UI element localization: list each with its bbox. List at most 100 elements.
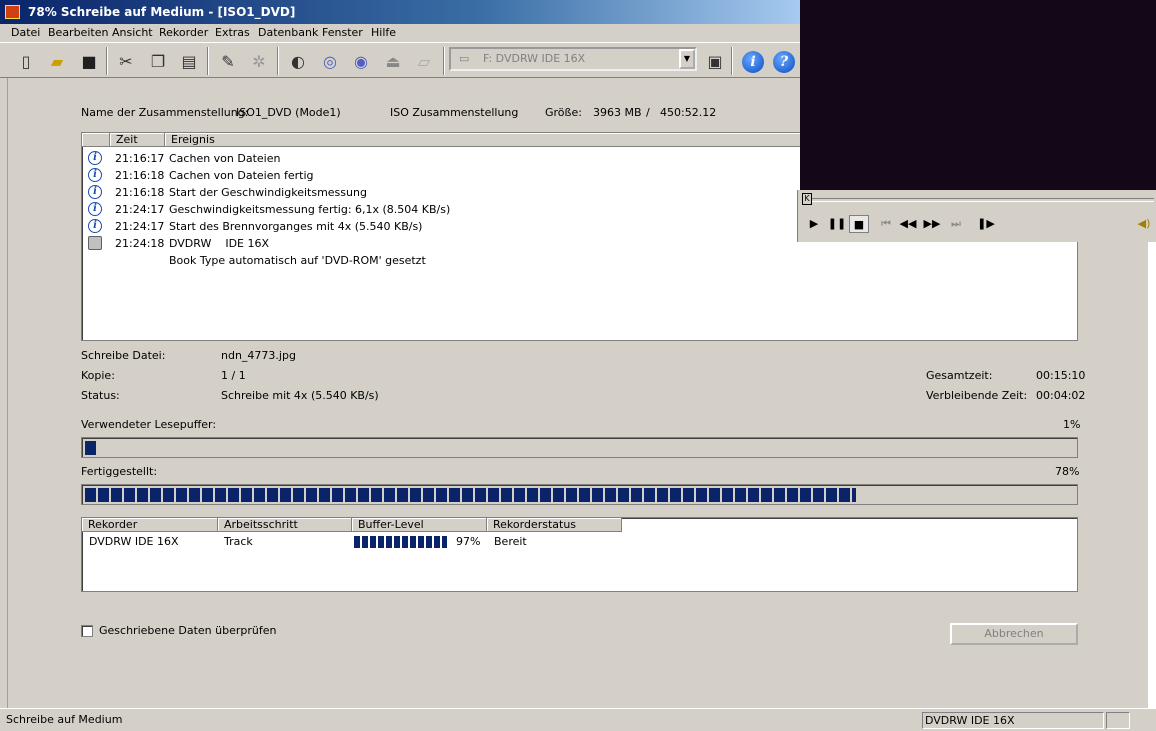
file-label: Schreibe Datei: bbox=[81, 349, 166, 362]
menu-datei[interactable]: Datei bbox=[11, 26, 40, 39]
copy-label: Kopie: bbox=[81, 369, 115, 382]
frame-step-icon[interactable]: ❚▶ bbox=[976, 215, 996, 233]
menu-datenbank[interactable]: Datenbank bbox=[258, 26, 318, 39]
status-bar: Schreibe auf Medium DVDRW IDE 16X bbox=[0, 708, 1156, 731]
info-icon: i bbox=[88, 202, 102, 216]
volume-icon[interactable]: ◀) bbox=[1134, 215, 1154, 233]
compilation-name-label: Name der Zusammenstellung: bbox=[81, 106, 249, 119]
log-event: Cachen von Dateien bbox=[169, 152, 281, 165]
done-percent: 78% bbox=[1055, 465, 1080, 478]
printer-drive-icon: ▭ bbox=[459, 52, 470, 65]
menu-extras[interactable]: Extras bbox=[215, 26, 250, 39]
save-icon[interactable]: ■ bbox=[76, 48, 102, 74]
folder-icon[interactable]: ▱ bbox=[411, 48, 437, 74]
menu-rekorder[interactable]: Rekorder bbox=[159, 26, 208, 39]
media-player: K ▶ ❚❚ ■ ⏮ ◀◀ ▶▶ ⏭ ❚▶ ◀) bbox=[797, 190, 1156, 242]
compilation-type: ISO Zusammenstellung bbox=[390, 106, 519, 119]
rec-cell-recorder: DVDRW IDE 16X bbox=[89, 535, 179, 548]
compile-icon[interactable]: ✎ bbox=[215, 48, 241, 74]
disc-info-icon[interactable]: ◉ bbox=[348, 48, 374, 74]
log-time: 21:24:18 bbox=[115, 237, 165, 250]
info-icon: i bbox=[88, 168, 102, 182]
log-header-time[interactable]: Zeit bbox=[110, 133, 165, 147]
log-event: Book Type automatisch auf 'DVD-ROM' gese… bbox=[169, 254, 426, 267]
rec-buffer-level-bar bbox=[354, 536, 447, 548]
log-event: Start der Geschwindigkeitsmessung bbox=[169, 186, 367, 199]
verify-label: Geschriebene Daten überprüfen bbox=[99, 624, 277, 637]
log-event: DVDRW IDE 16X bbox=[169, 237, 270, 250]
copy-disc-icon[interactable]: ◎ bbox=[317, 48, 343, 74]
burn-icon[interactable]: ✲ bbox=[246, 48, 272, 74]
log-event: Cachen von Dateien fertig bbox=[169, 169, 314, 182]
rec-cell-step: Track bbox=[224, 535, 253, 548]
pause-icon[interactable]: ❚❚ bbox=[827, 215, 847, 233]
statusbar-text: Schreibe auf Medium bbox=[6, 713, 123, 726]
cut-icon[interactable]: ✂ bbox=[113, 48, 139, 74]
total-progress-bar bbox=[81, 484, 1078, 505]
app-icon bbox=[5, 5, 20, 19]
log-time: 21:16:17 bbox=[115, 152, 165, 165]
drive-settings-icon[interactable]: ▣ bbox=[702, 48, 728, 74]
log-time: 21:16:18 bbox=[115, 186, 165, 199]
next-icon[interactable]: ⏭ bbox=[946, 215, 966, 233]
fast-forward-icon[interactable]: ▶▶ bbox=[922, 215, 942, 233]
statusbar-drive: DVDRW IDE 16X bbox=[922, 712, 1104, 729]
statusbar-app-icon bbox=[1106, 712, 1130, 729]
menu-bearbeiten[interactable]: Bearbeiten bbox=[48, 26, 108, 39]
size-label: Größe: bbox=[545, 106, 582, 119]
total-time-value: 00:15:10 bbox=[1036, 369, 1086, 382]
rec-header-recorder[interactable]: Rekorder bbox=[82, 518, 218, 532]
open-icon[interactable]: ▰ bbox=[44, 48, 70, 74]
info-icon: i bbox=[88, 219, 102, 233]
verify-checkbox[interactable] bbox=[81, 625, 93, 637]
rec-header-step[interactable]: Arbeitsschritt bbox=[218, 518, 352, 532]
copy-icon[interactable]: ❐ bbox=[145, 48, 171, 74]
log-time: 21:24:17 bbox=[115, 220, 165, 233]
drive-select[interactable]: F: DVDRW IDE 16X ▭ ▼ bbox=[449, 47, 697, 71]
buffer-progress-bar bbox=[81, 437, 1078, 458]
window-title: 78% Schreibe auf Medium - [ISO1_DVD] bbox=[0, 0, 800, 24]
log-event: Start des Brennvorganges mit 4x (5.540 K… bbox=[169, 220, 423, 233]
buffer-label: Verwendeter Lesepuffer: bbox=[81, 418, 217, 431]
size-separator: / bbox=[646, 106, 650, 119]
log-event: Geschwindigkeitsmessung fertig: 6,1x (8.… bbox=[169, 203, 451, 216]
menu-hilfe[interactable]: Hilfe bbox=[371, 26, 396, 39]
file-value: ndn_4773.jpg bbox=[221, 349, 296, 362]
info-button[interactable]: i bbox=[742, 51, 764, 73]
drive-icon bbox=[88, 236, 102, 250]
help-button[interactable]: ? bbox=[773, 51, 795, 73]
new-icon[interactable]: ▯ bbox=[13, 48, 39, 74]
background-window bbox=[800, 0, 1156, 190]
copy-value: 1 / 1 bbox=[221, 369, 246, 382]
recorder-table[interactable]: Rekorder Arbeitsschritt Buffer-Level Rek… bbox=[81, 517, 1078, 592]
menu-bar: Datei Bearbeiten Ansicht Rekorder Extras… bbox=[0, 24, 800, 42]
stop-icon[interactable]: ■ bbox=[849, 215, 869, 233]
log-time: 21:24:17 bbox=[115, 203, 165, 216]
duration-value: 450:52.12 bbox=[660, 106, 717, 119]
buffer-progress-fill bbox=[85, 441, 96, 455]
status-label: Status: bbox=[81, 389, 120, 402]
drive-icon[interactable]: ◐ bbox=[285, 48, 311, 74]
chevron-down-icon[interactable]: ▼ bbox=[679, 49, 695, 69]
log-row[interactable]: Book Type automatisch auf 'DVD-ROM' gese… bbox=[82, 252, 1072, 269]
rec-header-buffer[interactable]: Buffer-Level bbox=[352, 518, 487, 532]
info-icon: i bbox=[88, 185, 102, 199]
remaining-time-value: 00:04:02 bbox=[1036, 389, 1086, 402]
seek-track[interactable] bbox=[804, 198, 1154, 202]
total-progress-fill bbox=[85, 488, 856, 502]
menu-fenster[interactable]: Fenster bbox=[322, 26, 363, 39]
eject-icon[interactable]: ⏏ bbox=[380, 48, 406, 74]
rec-header-status[interactable]: Rekorderstatus bbox=[487, 518, 622, 532]
rec-cell-status: Bereit bbox=[494, 535, 527, 548]
play-icon[interactable]: ▶ bbox=[804, 215, 824, 233]
cancel-button[interactable]: Abbrechen bbox=[950, 623, 1078, 645]
seek-thumb[interactable]: K bbox=[802, 193, 812, 205]
previous-icon[interactable]: ⏮ bbox=[876, 215, 896, 233]
buffer-percent: 1% bbox=[1063, 418, 1081, 431]
menu-ansicht[interactable]: Ansicht bbox=[112, 26, 153, 39]
info-icon: i bbox=[88, 151, 102, 165]
rewind-icon[interactable]: ◀◀ bbox=[898, 215, 918, 233]
compilation-name-value: ISO1_DVD (Mode1) bbox=[236, 106, 341, 119]
done-label: Fertiggestellt: bbox=[81, 465, 158, 478]
paste-icon[interactable]: ▤ bbox=[176, 48, 202, 74]
